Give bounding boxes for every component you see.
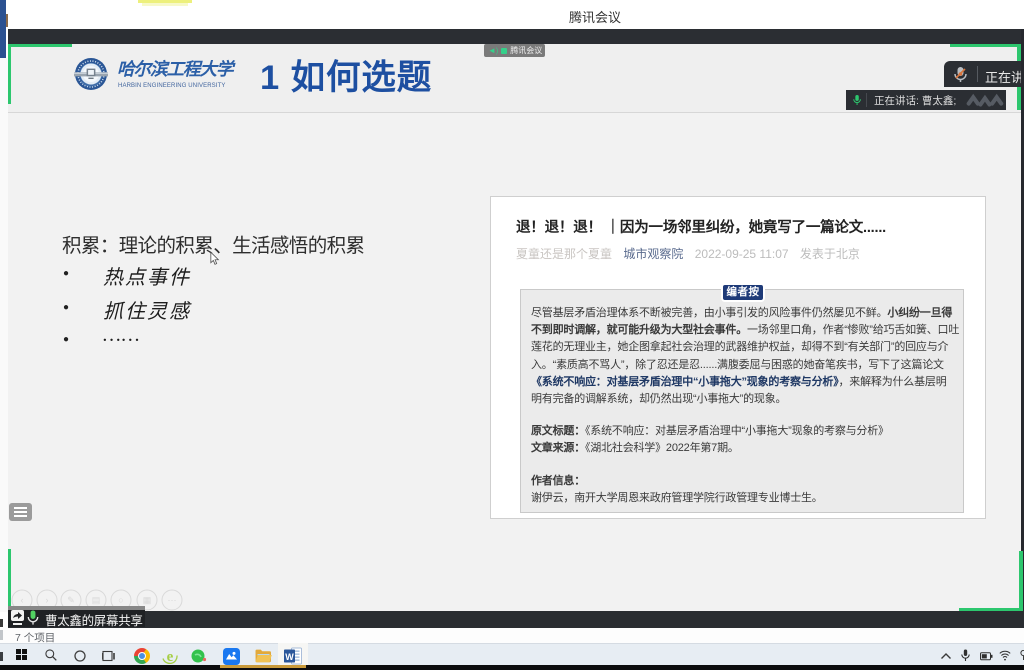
svg-text:W: W xyxy=(285,652,294,662)
svg-text:▦: ▦ xyxy=(143,595,152,605)
svg-text:▤: ▤ xyxy=(92,595,101,605)
svg-text:✎: ✎ xyxy=(67,595,75,605)
svg-text:⋯: ⋯ xyxy=(168,595,177,605)
svg-text:‹: ‹ xyxy=(21,595,24,605)
svg-text:○: ○ xyxy=(118,595,123,605)
svg-text:e: e xyxy=(167,649,174,664)
svg-text:›: › xyxy=(46,595,49,605)
